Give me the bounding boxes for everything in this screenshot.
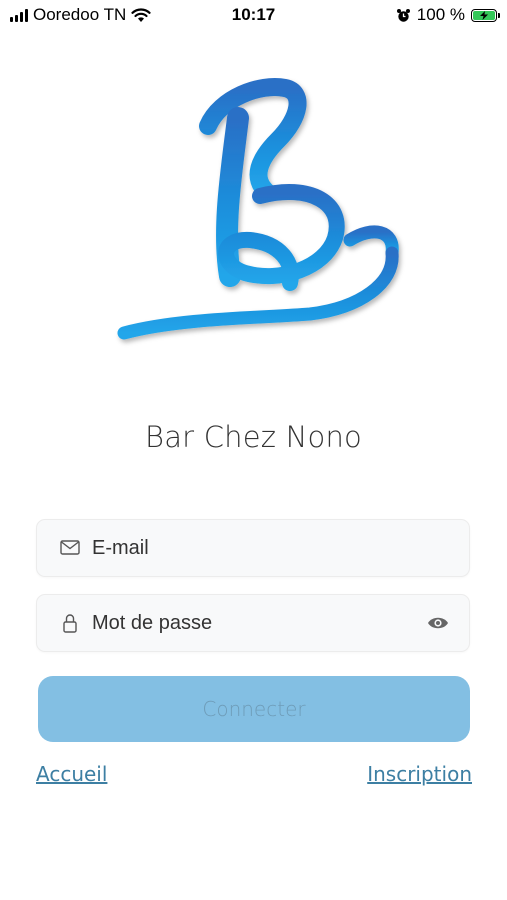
battery-charging-icon	[471, 8, 500, 22]
battery-percent: 100 %	[416, 5, 465, 24]
app-title: Bar Chez Nono	[145, 420, 362, 454]
status-bar: Ooredoo TN 10:17 100 %	[0, 0, 507, 32]
home-link[interactable]: Accueil	[36, 762, 107, 786]
mail-icon	[60, 540, 80, 555]
password-field[interactable]	[36, 594, 470, 652]
eye-icon[interactable]	[427, 614, 449, 632]
alarm-icon	[396, 8, 410, 22]
logo-b-icon	[117, 78, 399, 340]
status-right: 100 %	[396, 5, 500, 25]
connect-button[interactable]: Connecter	[38, 676, 470, 742]
email-field[interactable]	[36, 519, 470, 577]
email-input[interactable]	[92, 520, 422, 576]
password-input[interactable]	[92, 595, 422, 651]
register-link[interactable]: Inscription	[367, 762, 472, 786]
lock-icon	[63, 614, 77, 633]
